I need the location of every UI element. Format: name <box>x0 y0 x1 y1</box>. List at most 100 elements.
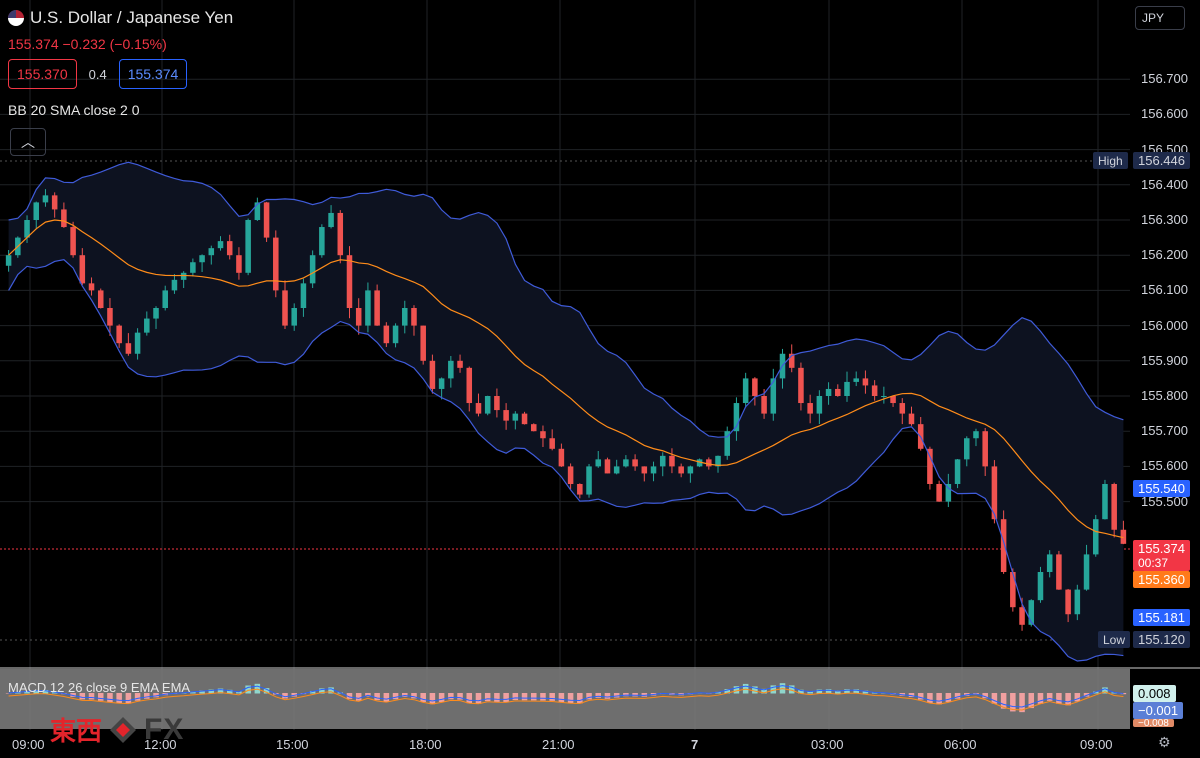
chevron-up-icon: ︿ <box>21 134 35 150</box>
candle-body <box>355 308 362 326</box>
macd-hist-bar <box>540 693 546 701</box>
candle-body <box>752 378 758 396</box>
candle-body <box>595 459 602 467</box>
macd-hist-bar <box>595 693 602 698</box>
macd-hist-bar <box>1056 693 1062 704</box>
candle-body <box>180 272 187 280</box>
candle-body <box>328 212 334 228</box>
candle-body <box>420 325 426 361</box>
candle-body <box>226 241 233 256</box>
macd-legend[interactable]: MACD 12 26 close 9 EMA EMA <box>8 680 190 695</box>
candle-body <box>706 459 712 467</box>
candle-body <box>429 360 436 389</box>
price-axis-label: 155.800 <box>1141 388 1188 403</box>
candle-body <box>1074 589 1081 615</box>
currency-button[interactable]: JPY <box>1135 6 1185 30</box>
candle-body <box>1065 589 1071 615</box>
candle-body <box>558 448 565 467</box>
candle-body <box>577 484 583 495</box>
time-axis-label: 03:00 <box>811 737 844 752</box>
broker-logo: 東西 FX <box>50 711 184 748</box>
candle-body <box>641 466 648 474</box>
candle-body <box>844 381 850 396</box>
candle-body <box>613 466 620 474</box>
candle-body <box>623 459 629 467</box>
time-axis-label: 09:00 <box>12 737 45 752</box>
candle-body <box>199 255 205 263</box>
candle-body <box>650 466 657 474</box>
candle-body <box>291 308 297 326</box>
macd-hist-bar <box>577 693 583 704</box>
price-change: 155.374 −0.232 (−0.15%) <box>8 36 167 52</box>
macd-hist-bar <box>1065 693 1071 706</box>
gear-icon[interactable]: ⚙ <box>1158 734 1171 751</box>
price-chart[interactable] <box>0 0 1200 758</box>
macd-hist-bar <box>1074 693 1081 702</box>
candle-body <box>1046 554 1053 572</box>
candle-body <box>494 396 500 411</box>
candle-body <box>97 290 104 308</box>
candle-body <box>540 431 546 439</box>
candle-body <box>116 325 122 344</box>
candle-body <box>927 448 933 484</box>
price-axis-label: 156.100 <box>1141 282 1188 298</box>
logo-mark-icon <box>110 716 137 743</box>
macd-value-tag: 0.008 <box>1133 685 1176 702</box>
candle-body <box>1102 484 1108 520</box>
macd-hist-bar <box>512 693 519 701</box>
macd-hist-bar <box>604 693 611 699</box>
macd-hist-bar <box>530 693 537 701</box>
candle-body <box>816 396 823 414</box>
macd-hist-bar <box>475 693 482 704</box>
macd-hist-bar <box>494 693 500 702</box>
low-label: Low <box>1098 631 1131 648</box>
candle-body <box>365 290 371 326</box>
candle-body <box>475 403 482 414</box>
high-label: High <box>1093 152 1128 169</box>
macd-hist-bar <box>355 693 362 701</box>
candle-body <box>1092 519 1099 555</box>
candle-body <box>1037 572 1044 601</box>
lower-band-tag: 155.181 <box>1133 609 1190 626</box>
candle-body <box>530 424 537 432</box>
candle-body <box>88 283 95 291</box>
candle-body <box>521 413 528 425</box>
sell-button[interactable]: 155.370 <box>8 59 77 89</box>
candle-body <box>1083 554 1090 590</box>
buy-button[interactable]: 155.374 <box>118 59 188 89</box>
candle-body <box>153 308 159 319</box>
macd-hist-bar <box>567 693 574 704</box>
candle-body <box>125 343 132 354</box>
us-flag-icon <box>8 10 24 26</box>
macd-hist-bar <box>945 693 952 702</box>
candle-body <box>245 220 251 273</box>
time-axis-label: 21:00 <box>542 737 575 752</box>
candle-body <box>162 290 168 308</box>
candle-body <box>835 388 841 396</box>
macd-hist-bar <box>1046 693 1053 701</box>
candle-body <box>319 227 325 256</box>
macd-hist-bar <box>484 693 491 702</box>
candle-body <box>438 378 445 389</box>
candle-body <box>687 466 694 474</box>
candle-body <box>586 466 592 495</box>
macd-hist-bar <box>521 693 528 701</box>
bollinger-legend[interactable]: BB 20 SMA close 2 0 <box>8 102 140 118</box>
candle-body <box>964 438 970 460</box>
candle-body <box>374 290 380 326</box>
macd-hist-bar <box>613 693 620 698</box>
macd-hist-bar <box>374 693 380 701</box>
candle-body <box>1056 554 1062 590</box>
candle-body <box>383 325 390 344</box>
candle-body <box>484 396 491 414</box>
collapse-legend-button[interactable]: ︿ <box>10 128 46 156</box>
macd-hist-bar <box>503 693 509 702</box>
symbol-header: U.S. Dollar / Japanese Yen <box>8 8 233 28</box>
macd-hist-bar <box>991 693 998 704</box>
candle-body <box>70 227 76 256</box>
candle-body <box>853 378 859 382</box>
candle-body <box>263 202 270 238</box>
candle-body <box>79 255 86 284</box>
candle-body <box>632 459 638 467</box>
candle-body <box>549 438 555 449</box>
